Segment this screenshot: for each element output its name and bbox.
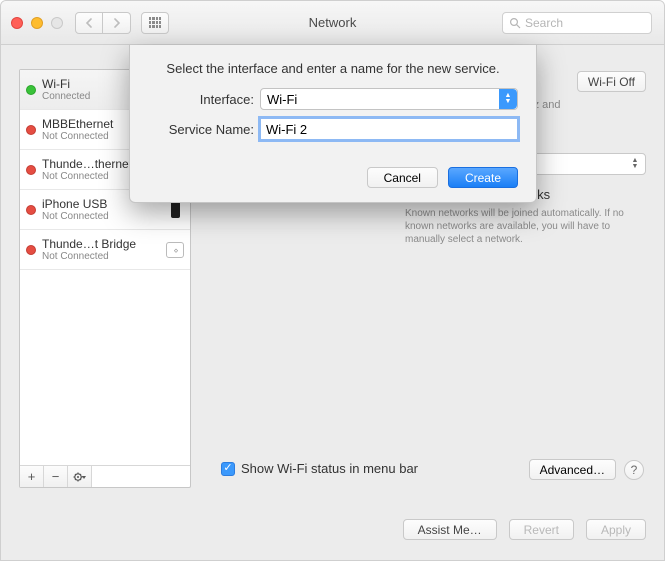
chevron-updown-icon: ▲▼ [499, 89, 517, 109]
assist-me-button[interactable]: Assist Me… [403, 519, 497, 540]
ask-to-join-hint: Known networks will be joined automatica… [405, 207, 638, 246]
forward-button[interactable] [103, 12, 131, 34]
chevron-right-icon [113, 18, 121, 28]
search-field[interactable]: Search [502, 12, 652, 34]
thunderbolt-icon: ‹ › [166, 242, 184, 258]
interface-row: Interface: Wi-Fi ▲▼ [148, 88, 518, 110]
bottom-buttons: Assist Me… Revert Apply [403, 519, 646, 540]
create-button[interactable]: Create [448, 167, 518, 188]
show-in-menubar-checkbox[interactable] [221, 462, 235, 476]
service-actions-button[interactable] [68, 466, 92, 487]
chevron-left-icon [85, 18, 93, 28]
close-icon[interactable] [11, 17, 23, 29]
back-button[interactable] [75, 12, 103, 34]
phone-icon [166, 201, 184, 218]
prefs-window: Network Search Wi-Fi Connected MBBEthern… [0, 0, 665, 561]
status-dot-icon [26, 205, 36, 215]
zoom-icon [51, 17, 63, 29]
gear-icon [73, 471, 87, 483]
interface-value: Wi-Fi [267, 92, 297, 107]
titlebar: Network Search [1, 1, 664, 45]
apply-button: Apply [586, 519, 646, 540]
interface-popup[interactable]: Wi-Fi ▲▼ [260, 88, 518, 110]
grid-icon [149, 17, 161, 29]
minimize-icon[interactable] [31, 17, 43, 29]
search-placeholder: Search [525, 16, 563, 30]
service-status: Not Connected [42, 211, 162, 222]
status-dot-icon [26, 85, 36, 95]
service-thunderbolt-bridge[interactable]: Thunde…t Bridge Not Connected ‹ › [20, 230, 190, 270]
add-service-button[interactable]: + [20, 466, 44, 487]
window-controls [11, 17, 63, 29]
interface-label: Interface: [148, 92, 260, 107]
cancel-button[interactable]: Cancel [367, 167, 438, 188]
help-button[interactable]: ? [624, 460, 644, 480]
revert-button: Revert [509, 519, 574, 540]
advanced-button[interactable]: Advanced… [529, 459, 616, 480]
service-toolbar: + − [20, 465, 190, 487]
show-all-button[interactable] [141, 12, 169, 34]
status-dot-icon [26, 125, 36, 135]
show-in-menubar-row: Show Wi-Fi status in menu bar [221, 461, 418, 476]
dialog-buttons: Cancel Create [367, 167, 518, 188]
search-icon [509, 17, 521, 29]
nav-buttons [75, 12, 131, 34]
service-name-label: Service Name: [148, 122, 260, 137]
service-name-input[interactable] [260, 118, 518, 140]
service-name-row: Service Name: [148, 118, 518, 140]
service-status: Not Connected [42, 251, 162, 262]
remove-service-button[interactable]: − [44, 466, 68, 487]
chevron-updown-icon: ▲▼ [628, 156, 642, 172]
service-text: Thunde…t Bridge Not Connected [42, 237, 162, 262]
turn-wifi-off-button[interactable]: Wi-Fi Off [577, 71, 646, 92]
show-in-menubar-label: Show Wi-Fi status in menu bar [241, 461, 418, 476]
dialog-message: Select the interface and enter a name fo… [148, 61, 518, 76]
status-dot-icon [26, 165, 36, 175]
new-service-sheet: Select the interface and enter a name fo… [129, 45, 537, 203]
service-name: Thunde…t Bridge [42, 237, 162, 251]
status-dot-icon [26, 245, 36, 255]
